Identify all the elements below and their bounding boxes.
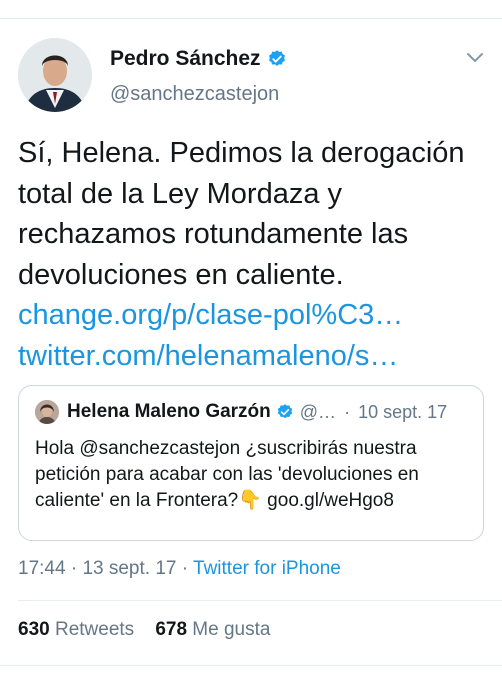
likes-stat[interactable]: 678 Me gusta	[155, 619, 270, 640]
quoted-author-avatar[interactable]	[35, 400, 59, 424]
tweet-text: Sí, Helena. Pedimos la derogación total …	[18, 137, 465, 291]
tweet-stats: 630 Retweets 678 Me gusta	[18, 619, 270, 641]
quoted-author-handle[interactable]: @…	[300, 402, 336, 423]
meta-separator: ·	[70, 558, 78, 579]
quoted-verified-badge-icon	[277, 404, 292, 419]
tweet-link-change-org[interactable]: change.org/p/clase-pol%C3…	[18, 295, 488, 336]
quoted-text: Hola @sanchezcastejon ¿suscribirás nuest…	[35, 438, 419, 511]
stats-divider	[18, 600, 502, 601]
retweets-count: 630	[18, 619, 50, 640]
author-handle[interactable]: @sanchezcastejon	[110, 83, 279, 106]
top-divider	[0, 18, 502, 19]
quoted-avatar-photo	[35, 400, 59, 424]
likes-label: Me gusta	[192, 619, 271, 640]
verified-badge-icon	[268, 50, 285, 66]
author-avatar[interactable]	[18, 38, 92, 112]
retweets-stat[interactable]: 630 Retweets	[18, 619, 134, 640]
tweet-link-twitter[interactable]: twitter.com/helenamaleno/s…	[18, 336, 488, 377]
likes-count: 678	[155, 619, 188, 640]
bottom-divider	[0, 665, 502, 666]
quoted-separator: ·	[344, 401, 351, 422]
quoted-date[interactable]: 10 sept. 17	[358, 402, 447, 423]
avatar-photo	[18, 38, 92, 112]
meta-separator: ·	[181, 558, 189, 579]
tweet-meta: 17:44 · 13 sept. 17 · Twitter for iPhone	[18, 558, 341, 580]
chevron-down-icon[interactable]	[466, 52, 484, 64]
retweets-label: Retweets	[54, 619, 135, 640]
quoted-tweet[interactable]: Helena Maleno Garzón @… · 10 sept. 17 Ho…	[18, 385, 484, 541]
quoted-author-name[interactable]: Helena Maleno Garzón	[67, 401, 271, 423]
author-name[interactable]: Pedro Sánchez	[110, 47, 261, 71]
tweet-body: Sí, Helena. Pedimos la derogación total …	[18, 133, 488, 376]
tweet-source-link[interactable]: Twitter for iPhone	[193, 558, 341, 579]
tweet-date[interactable]: 13 sept. 17	[82, 558, 176, 579]
tweet-time[interactable]: 17:44	[18, 558, 66, 579]
